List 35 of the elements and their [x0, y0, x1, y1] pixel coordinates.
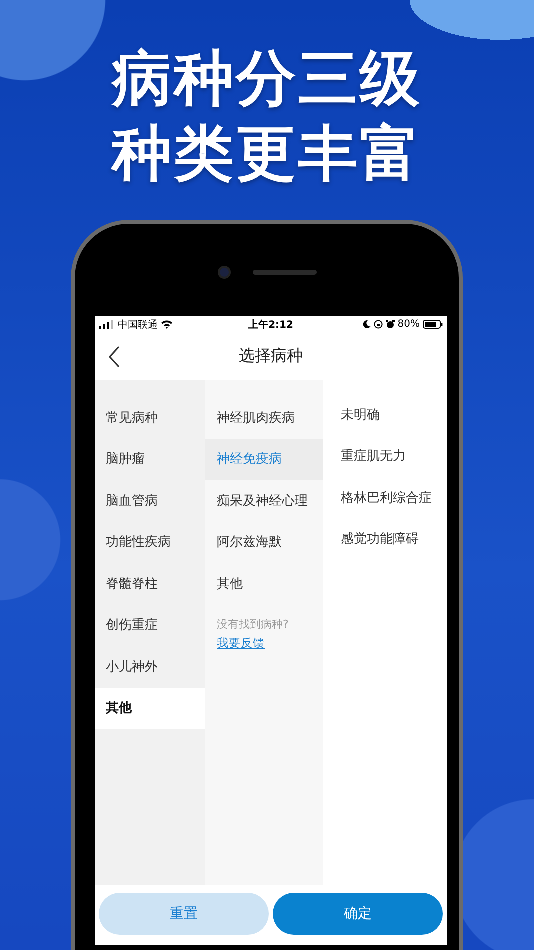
carrier-name: 中国联通 — [118, 318, 158, 332]
camera-icon — [218, 266, 230, 278]
page-title: 选择病种 — [239, 346, 303, 367]
category-item[interactable]: 常见病种 — [95, 397, 205, 438]
speaker-grille — [252, 270, 316, 274]
category-item[interactable]: 小儿神外 — [95, 646, 205, 688]
category-item[interactable]: 脑血管病 — [95, 480, 205, 522]
category-item[interactable]: 脑肿瘤 — [95, 438, 205, 480]
subcategory-item[interactable]: 痴呆及神经心理 — [205, 480, 323, 522]
alarm-icon — [386, 320, 395, 329]
headline-text: 病种分三级 — [112, 43, 422, 116]
disease-item[interactable]: 未明确 — [323, 394, 447, 436]
disease-item[interactable]: 重症肌无力 — [323, 436, 447, 477]
headline-text: 种类更丰富 — [112, 118, 422, 191]
back-icon[interactable] — [109, 346, 121, 368]
rotation-lock-icon — [374, 320, 383, 329]
category-item[interactable]: 脊髓脊柱 — [95, 563, 205, 604]
disease-item[interactable]: 感觉功能障碍 — [323, 518, 447, 560]
status-time: 上午2:12 — [248, 318, 294, 332]
confirm-button[interactable]: 确定 — [273, 893, 443, 935]
subcategory-item[interactable]: 神经肌肉疾病 — [205, 397, 323, 438]
feedback-link[interactable]: 我要反馈 — [217, 636, 265, 650]
disease-item[interactable]: 格林巴利综合症 — [323, 477, 447, 518]
wifi-icon — [161, 320, 173, 329]
category-item[interactable]: 其他 — [95, 688, 205, 729]
category-item[interactable]: 功能性疾病 — [95, 522, 205, 563]
subcategory-item[interactable]: 神经免疫病 — [205, 438, 323, 480]
signal-icon — [99, 320, 115, 329]
battery-icon — [423, 320, 443, 329]
battery-percent: 80% — [398, 319, 420, 330]
subcategory-item[interactable]: 阿尔兹海默 — [205, 522, 323, 563]
moon-icon — [362, 320, 371, 329]
subcategory-item[interactable]: 其他 — [205, 563, 323, 604]
feedback-prompt: 没有找到病种? — [217, 616, 290, 632]
category-item[interactable]: 创伤重症 — [95, 604, 205, 646]
